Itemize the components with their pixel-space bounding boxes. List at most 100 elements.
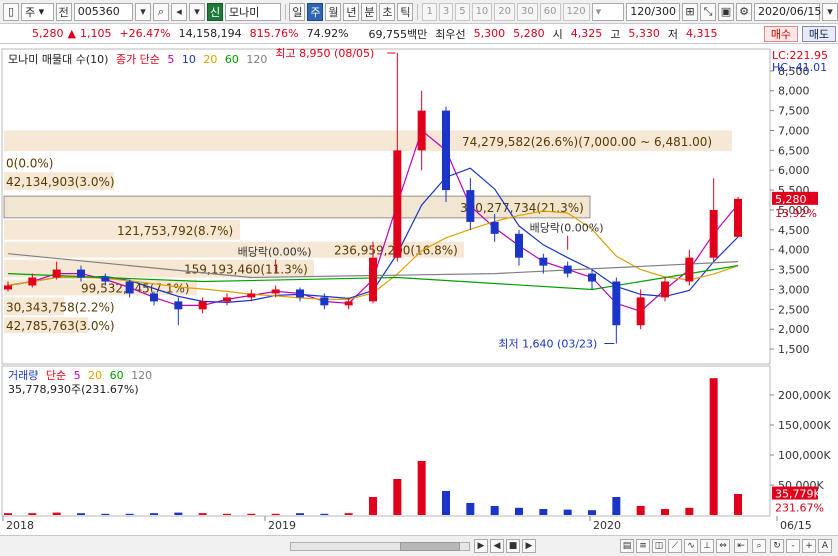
zoom-out-button[interactable]: - [786,539,800,553]
auto-scale-button[interactable]: A [818,539,832,553]
volume-bar [539,509,548,515]
wave-icon[interactable]: ∿ [684,539,698,553]
table-icon[interactable]: ▤ [620,539,634,553]
interval-120[interactable]: 120 [562,2,590,21]
price-tick-label: 2,000 [778,323,810,336]
interval-20[interactable]: 20 [494,2,516,21]
interval-30[interactable]: 30 [517,2,538,21]
period-tick[interactable]: 틱 [397,2,414,21]
bottom-bar: ▶ ◀ ■ ▶ ▤ ≡ ◫ ⟋ ∿ ⊥ ⇔ ⇤ ⌕ ↻ - + A [0,535,838,556]
chart-area[interactable]: 74,279,582(26.6%)(7,000.00 ~ 6,481.00) 0(… [0,45,838,535]
date-field[interactable]: 2020/06/15 [754,2,821,21]
crosshair-icon[interactable]: ⤡ [700,2,716,21]
magnifier-icon[interactable]: ⌕ [752,539,766,553]
ma-60: 60 [224,53,239,66]
market-type-value: 주 [25,5,36,19]
current-pct-tag: 13.92% [775,207,817,220]
interval-1[interactable]: 1 [422,2,437,21]
candle-body [296,289,304,298]
layout-icon[interactable]: ▯ [3,2,19,21]
scroll-thumb[interactable] [400,542,460,551]
volume-bar [442,491,450,515]
buy-button[interactable]: 매수 [764,26,798,42]
chart-canvas[interactable]: 74,279,582(26.6%)(7,000.00 ~ 6,481.00) 0(… [0,45,838,535]
interval-3[interactable]: 3 [438,2,454,21]
candle-body [588,273,596,282]
play-button[interactable]: ▶ [474,539,488,553]
stop-button[interactable]: ■ [506,539,520,553]
volume-bar [685,507,694,515]
current-vol-tag: 35,779K [775,488,821,501]
volume-bar [271,513,280,515]
calendar-icon[interactable]: ▾ [822,2,838,21]
back-button[interactable]: ◀ [490,539,504,553]
sound-icon[interactable]: ◂ [171,2,188,21]
forward-button[interactable]: ▶ [522,539,536,553]
period-year[interactable]: 년 [343,2,360,21]
gear-icon[interactable]: ⚙ [736,2,752,21]
period-minute[interactable]: 분 [361,2,378,21]
change-amount: 1,105 [79,27,112,40]
price-tick-label: 4,000 [778,244,810,257]
candle-body [709,209,718,258]
custom-interval-select[interactable]: ▾ [591,2,625,21]
volume-profile-label: 159,193,460(11.3%) [184,263,308,277]
interval-5[interactable]: 5 [455,2,470,21]
pin-icon[interactable]: ⊥ [700,539,714,553]
x-axis-label: 2018 [6,519,34,532]
period-week[interactable]: 주 [307,2,324,21]
best-ask: 5,300 [473,27,506,40]
zoom-in-button[interactable]: + [802,539,816,553]
search-icon[interactable]: ⌕ [153,2,170,21]
sell-button[interactable]: 매도 [802,26,836,42]
dividend-note: 배당락(0.00%) [238,246,312,259]
save-icon[interactable]: ▣ [718,2,734,21]
volume-tick-label: 200,000K [778,389,831,402]
ma-10: 10 [181,53,196,66]
grid-icon[interactable]: ⊞ [682,2,698,21]
candle-body [515,233,523,258]
change-percent: +26.47% [119,27,171,40]
new-badge: 신 [207,2,224,21]
volume-bar [466,503,475,515]
shrink-icon[interactable]: ⇤ [734,539,748,553]
dividend-note: 배당락(0.00%) [530,222,604,235]
price-legend: 모나미 매물대 수(10) 종가 단순 5 10 20 60 120 [8,51,271,67]
market-type-select[interactable]: 주 ▾ [21,2,54,21]
volume-tick-label: 100,000K [778,449,831,462]
candle-body [685,257,694,282]
list-icon[interactable]: ≡ [636,539,650,553]
volume-bar [588,510,596,515]
low-label: 저 [667,27,679,41]
count-field[interactable]: 120/300 [626,2,680,21]
volume-bar [28,513,37,515]
period-second[interactable]: 초 [379,2,396,21]
chart-toolbar: ▯ 주 ▾ 전 005360 ▾ ⌕ ◂ ▾ 신 모나미 일 주 월 년 분 초… [0,0,838,24]
x-axis-label: 2020 [593,519,621,532]
volume-profile-label: 0(0.0%) [6,156,53,170]
stock-code-input[interactable]: 005360 [73,2,134,21]
volume-bar [344,513,353,515]
interval-10[interactable]: 10 [471,2,493,21]
open-label: 시 [552,27,563,41]
prev-button[interactable]: 전 [55,2,72,21]
current-price-tag: 5,280 [775,193,807,206]
volume-bar [174,512,183,515]
volume-bar [296,513,304,515]
price-tick-label: 3,000 [778,283,810,296]
interval-60[interactable]: 60 [539,2,561,21]
candle-body [150,293,158,302]
chevron-down-icon[interactable]: ▾ [189,2,206,21]
period-day[interactable]: 일 [289,2,306,21]
volume-profile-label: 30,343,758(2.2%) [6,300,115,314]
period-month[interactable]: 월 [325,2,342,21]
chart-icon[interactable]: ◫ [652,539,666,553]
tool-icon[interactable]: ⟋ [668,539,682,553]
reset-icon[interactable]: ↻ [770,539,784,553]
fit-icon[interactable]: ⇔ [716,539,730,553]
price-tick-label: 4,500 [778,224,810,237]
code-dropdown-icon[interactable]: ▾ [135,2,152,21]
toolbar-divider [284,3,286,20]
ma-label: 종가 단순 [115,53,160,66]
stock-name-field[interactable]: 모나미 [225,2,281,21]
